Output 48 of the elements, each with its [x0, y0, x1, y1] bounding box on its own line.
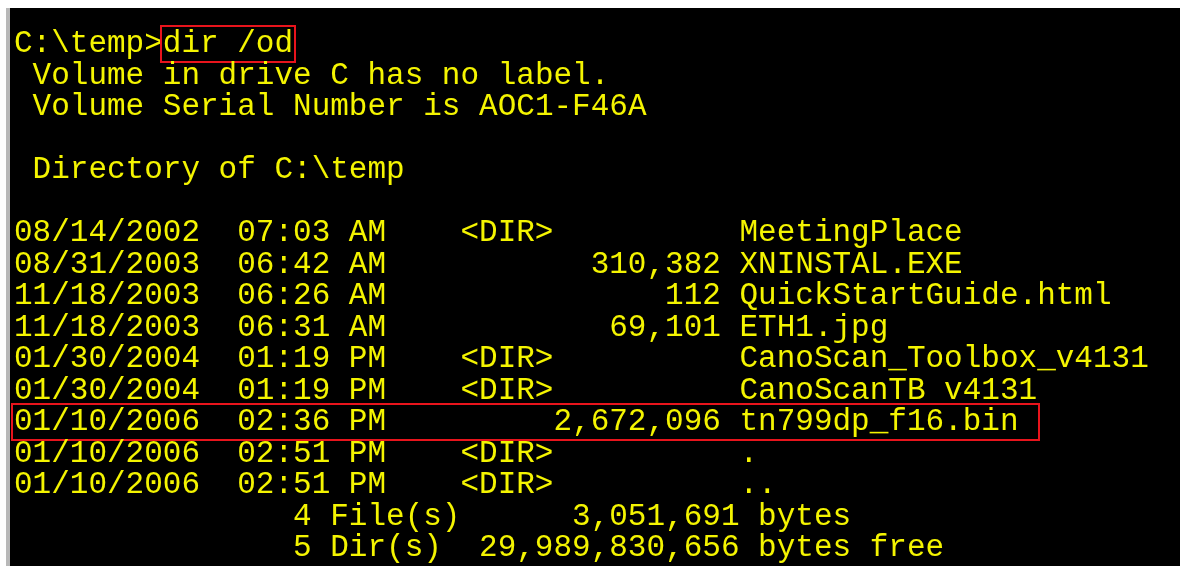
time-text: 02:51 PM [237, 437, 387, 469]
byte-total: 29,989,830,656 [478, 532, 740, 564]
file-name: ETH1.jpg [739, 311, 889, 343]
date-text: 01/30/2004 [14, 374, 202, 406]
date-text: 08/31/2003 [14, 248, 202, 280]
dir-tag: <DIR> [460, 374, 554, 406]
file-name: tn799dp_f16.bin [739, 406, 1020, 438]
time-text: 01:19 PM [237, 343, 387, 375]
command-text: dir /od [162, 28, 294, 60]
byte-total: 3,051,691 [571, 500, 740, 532]
file-size: 112 [665, 280, 721, 312]
file-name: XNINSTAL.EXE [739, 248, 963, 280]
dir-tag: <DIR> [460, 343, 554, 375]
count-text: 5 [293, 532, 312, 564]
file-name: QuickStartGuide.html [739, 280, 1113, 312]
date-text: 01/30/2004 [14, 343, 202, 375]
file-size: 2,672,096 [553, 406, 721, 438]
count-label: File(s) [330, 500, 461, 532]
file-name: CanoScanTB v4131 [739, 374, 1039, 406]
output-line: Volume Serial Number is AOC1-F46A [32, 89, 647, 124]
prompt-path: C:\temp> [14, 28, 163, 60]
time-text: 02:36 PM [237, 406, 387, 438]
file-size: 69,101 [609, 311, 721, 343]
file-size: 310,382 [590, 248, 721, 280]
time-text: 06:42 AM [237, 248, 387, 280]
date-text: 01/10/2006 [14, 469, 202, 501]
directory-heading: Directory of C:\temp [32, 152, 405, 187]
date-text: 11/18/2003 [14, 280, 202, 312]
file-name: MeetingPlace [739, 217, 964, 249]
file-name: CanoScan_Toolbox_v4131 [739, 343, 1150, 375]
time-text: 01:19 PM [237, 374, 387, 406]
unit-text: bytes free [758, 532, 945, 564]
file-name: .. [739, 469, 778, 501]
date-text: 01/10/2006 [14, 406, 202, 438]
dir-tag: <DIR> [460, 217, 554, 249]
file-name: . [739, 437, 759, 469]
unit-text: bytes [758, 500, 852, 532]
dir-tag: <DIR> [460, 469, 554, 501]
count-label: Dir(s) [330, 532, 442, 564]
time-text: 07:03 AM [237, 217, 387, 249]
time-text: 06:26 AM [237, 280, 387, 312]
date-text: 01/10/2006 [14, 437, 202, 469]
date-text: 08/14/2002 [14, 217, 202, 249]
time-text: 06:31 AM [237, 311, 387, 343]
dir-tag: <DIR> [460, 437, 554, 469]
time-text: 02:51 PM [237, 469, 387, 501]
count-text: 4 [293, 500, 312, 532]
date-text: 11/18/2003 [14, 311, 202, 343]
